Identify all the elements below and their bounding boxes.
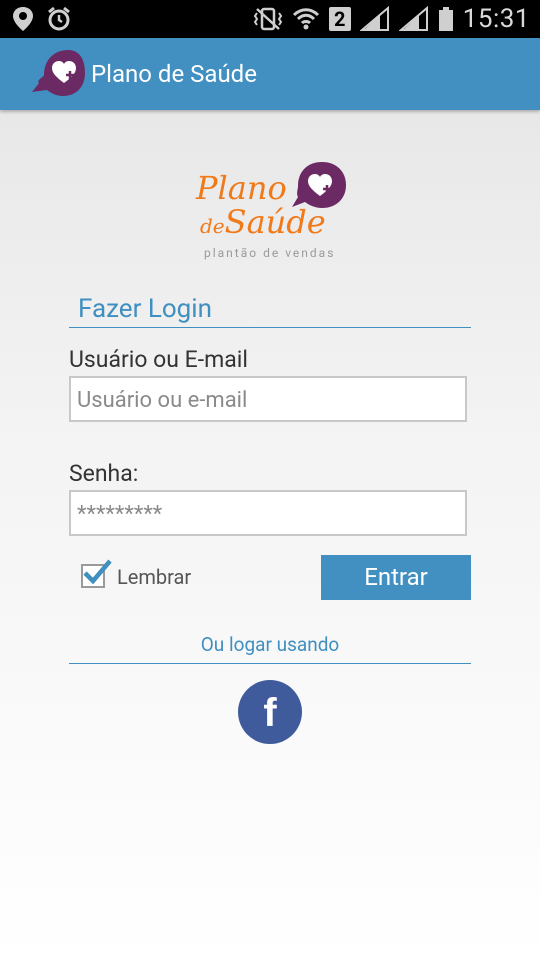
- remember-label[interactable]: Lembrar: [117, 565, 191, 589]
- app-bar: Plano de Saúde: [0, 38, 540, 110]
- facebook-icon: f: [263, 691, 277, 735]
- login-title: Fazer Login: [78, 294, 212, 324]
- signal-icon: [398, 6, 428, 31]
- status-right-icons: 2 15:31: [253, 4, 530, 34]
- username-label: Usuário ou E-mail: [69, 346, 248, 373]
- sim-slot-badge: 2: [328, 7, 351, 31]
- alt-login-text: Ou logar usando: [200, 633, 340, 656]
- location-pin-icon: [13, 7, 33, 31]
- logo-word-plano: Plano: [196, 169, 287, 207]
- status-bar: 2 15:31: [0, 0, 540, 38]
- checkmark-icon: [83, 559, 112, 585]
- password-input[interactable]: *********: [69, 490, 467, 536]
- remember-checkbox[interactable]: [81, 559, 112, 588]
- logo-word-de: de: [200, 214, 225, 238]
- facebook-login-button[interactable]: f: [238, 680, 302, 744]
- heart-chat-bubble-icon: [292, 162, 346, 208]
- login-title-divider: [69, 327, 471, 328]
- wifi-icon: [292, 8, 319, 30]
- signal-icon: [359, 6, 389, 31]
- app-title: Plano de Saúde: [91, 60, 257, 88]
- vibrate-icon: [253, 7, 282, 31]
- username-input[interactable]: Usuário ou e-mail: [69, 376, 467, 422]
- login-submit-button[interactable]: Entrar: [321, 555, 471, 600]
- status-time: 15:31: [462, 4, 530, 34]
- brand-logo: Plano deSaúde plantão de vendas: [190, 160, 355, 270]
- logo-tagline: plantão de vendas: [204, 246, 336, 260]
- status-left-icons: [12, 6, 72, 32]
- alarm-icon: [48, 6, 70, 31]
- password-label: Senha:: [69, 460, 139, 487]
- heart-chat-bubble-icon[interactable]: [30, 49, 86, 99]
- alt-login-divider: [69, 663, 471, 664]
- battery-icon: [438, 7, 453, 31]
